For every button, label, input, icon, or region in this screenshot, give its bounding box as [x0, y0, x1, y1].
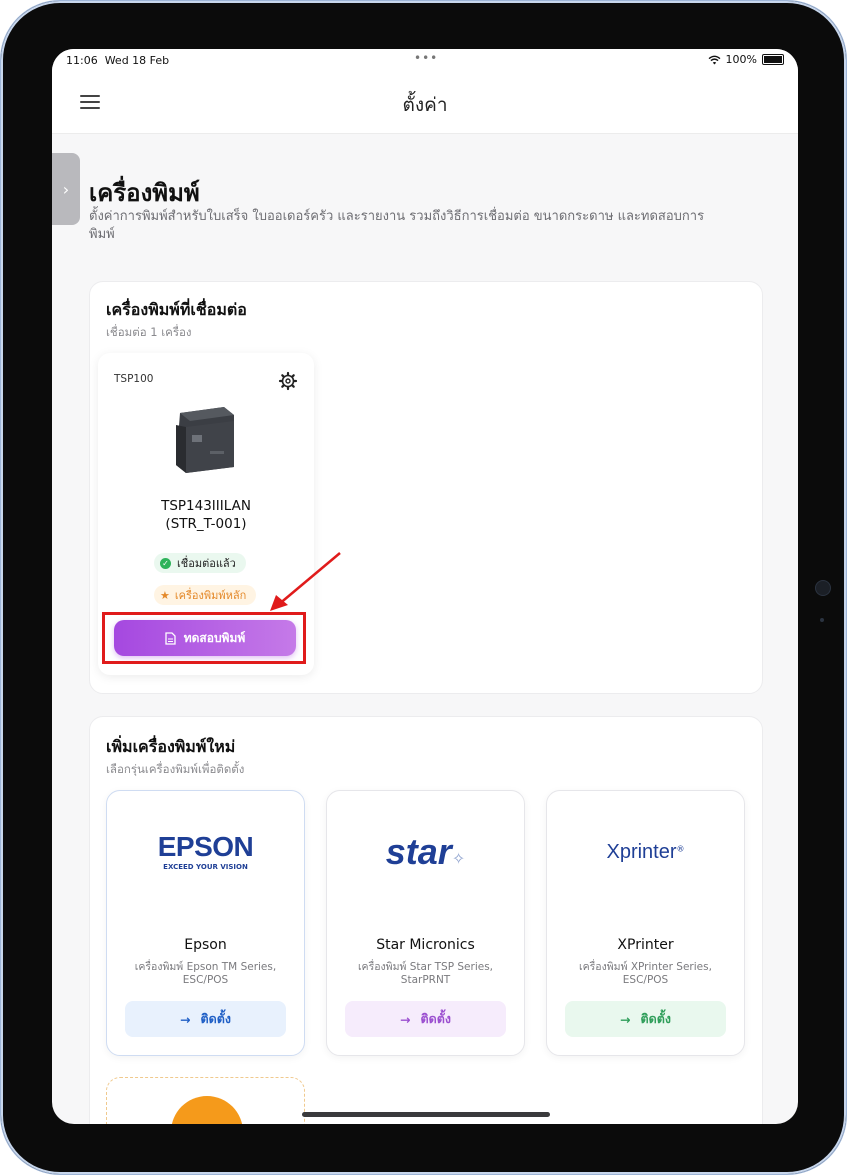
check-icon: ✓: [160, 557, 171, 569]
arrow-right-icon: →: [400, 1011, 411, 1027]
printer-image: [176, 407, 234, 473]
sensor: [820, 618, 824, 622]
status-bar: 11:06 Wed 18 Feb ••• 100%: [52, 49, 798, 71]
install-button-xprinter[interactable]: → ติดตั้ง: [565, 1001, 726, 1037]
date: Wed 18 Feb: [104, 54, 170, 67]
install-button-epson[interactable]: → ติดตั้ง: [125, 1001, 286, 1037]
chevron-right-icon: ›: [62, 179, 70, 199]
section-title: เพิ่มเครื่องพิมพ์ใหม่: [106, 737, 236, 756]
home-indicator[interactable]: [302, 1112, 550, 1117]
clock: 11:06: [66, 54, 98, 67]
brand-card-star[interactable]: star✧ Star Micronics เครื่องพิมพ์ Star T…: [326, 790, 525, 1056]
epson-logo: EPSON EXCEED YOUR VISION: [107, 831, 304, 871]
page-description: ตั้งค่าการพิมพ์สำหรับใบเสร็จ ใบออเดอร์คร…: [89, 209, 705, 242]
brand-name: Star Micronics: [376, 937, 475, 953]
battery-percent: 100%: [725, 53, 757, 66]
multitask-dots-icon[interactable]: •••: [414, 51, 438, 65]
status-right: 100%: [708, 53, 784, 66]
gear-icon[interactable]: [278, 371, 298, 391]
printer-name-line1: TSP143IIILAN: [161, 498, 251, 514]
page-title: เครื่องพิมพ์: [89, 179, 200, 207]
install-label: ติดตั้ง: [640, 1011, 671, 1026]
printer-name-line2: (STR_T-001): [165, 516, 247, 532]
epson-logo-text: EPSON: [157, 831, 254, 862]
brand-card-xprinter[interactable]: Xprinter® XPrinter เครื่องพิมพ์ XPrinter…: [546, 790, 745, 1056]
install-button-star[interactable]: → ติดตั้ง: [345, 1001, 506, 1037]
status-badge-label: เชื่อมต่อแล้ว: [177, 557, 236, 570]
status-time: 11:06 Wed 18 Feb: [66, 54, 169, 67]
annotation-arrow-icon: [270, 552, 341, 611]
section-subtitle: เชื่อมต่อ 1 เครื่อง: [106, 325, 192, 339]
brand-card-other[interactable]: [106, 1077, 305, 1124]
brand-description: เครื่องพิมพ์ XPrinter Series, ESC/POS: [579, 961, 712, 986]
arrow-right-icon: →: [620, 1011, 631, 1027]
other-brand-icon: [171, 1096, 243, 1124]
xprinter-logo-text: Xprinter: [606, 841, 677, 863]
side-panel-toggle[interactable]: ›: [52, 153, 80, 225]
nav-title: ตั้งค่า: [402, 94, 448, 116]
printer-model: TSP100: [114, 373, 154, 385]
section-title: เครื่องพิมพ์ที่เชื่อมต่อ: [106, 300, 247, 319]
epson-tagline: EXCEED YOUR VISION: [163, 863, 248, 871]
arrow-right-icon: →: [180, 1011, 191, 1027]
brand-description: เครื่องพิมพ์ Epson TM Series, ESC/POS: [134, 961, 277, 986]
star-icon: ★: [160, 588, 170, 602]
battery-icon: [762, 54, 784, 65]
main-printer-badge: ★ เครื่องพิมพ์หลัก: [154, 585, 257, 605]
section-subtitle: เลือกรุ่นเครื่องพิมพ์เพื่อติดตั้ง: [106, 762, 245, 776]
install-label: ติดตั้ง: [420, 1011, 451, 1026]
brand-description: เครื่องพิมพ์ Star TSP Series, StarPRNT: [357, 961, 494, 986]
printer-name: TSP143IIILAN (STR_T-001): [98, 497, 314, 533]
screen: 11:06 Wed 18 Feb ••• 100% ตั้งค่า › เครื…: [52, 49, 798, 1124]
brand-card-epson[interactable]: EPSON EXCEED YOUR VISION Epson เครื่องพิ…: [106, 790, 305, 1056]
xprinter-logo: Xprinter®: [606, 841, 685, 863]
star-logo-text: star: [385, 831, 452, 872]
star-logo: star✧: [385, 831, 466, 872]
camera: [815, 580, 831, 596]
brand-name: XPrinter: [617, 937, 674, 953]
status-badge: ✓ เชื่อมต่อแล้ว: [154, 553, 246, 573]
brand-name: Epson: [184, 937, 227, 953]
main-printer-badge-label: เครื่องพิมพ์หลัก: [174, 589, 247, 602]
highlight-box: [102, 612, 306, 664]
install-label: ติดตั้ง: [200, 1011, 231, 1026]
wifi-icon: [708, 55, 720, 64]
nav-bar: ตั้งค่า: [52, 71, 798, 134]
